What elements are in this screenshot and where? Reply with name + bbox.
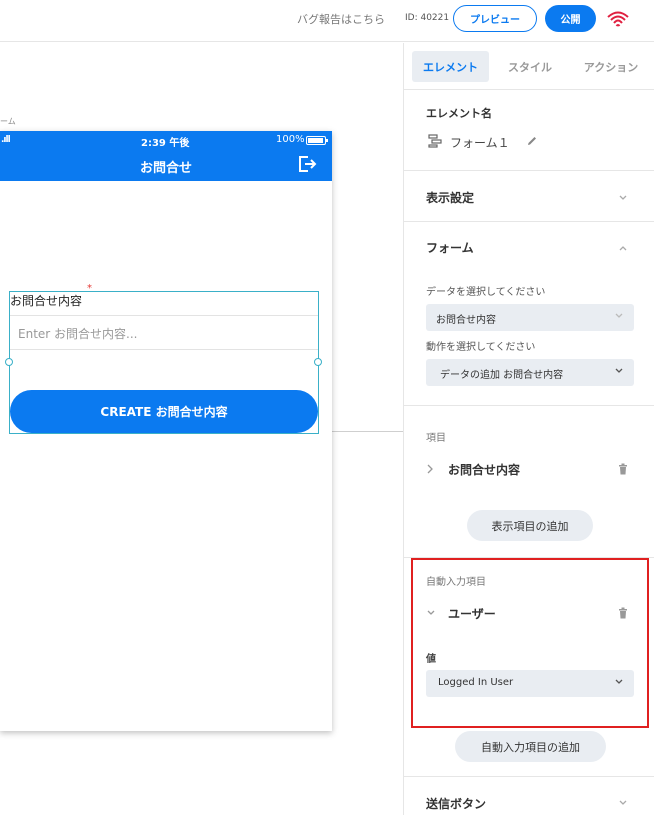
inquiry-input[interactable]: Enter お問合せ内容... [10,315,318,350]
status-time: 2:39 午後 [141,138,190,149]
signal-icon: .ıll [1,135,11,145]
action-select[interactable]: データの追加 お問合せ内容 [426,359,634,386]
phone-title: お問合せ [139,161,192,176]
action-select-value: データの追加 お問合せ内容 [440,370,564,381]
chevron-right-icon[interactable] [426,464,434,474]
battery-icon [306,136,328,145]
form-icon [428,134,442,148]
tab-action[interactable]: アクション [576,51,646,82]
divider [404,170,654,171]
chevron-down-icon[interactable] [426,608,436,618]
auto-input-section-title: 自動入力項目 [426,577,486,588]
element-name-heading: エレメント名 [426,107,492,120]
form-section-title[interactable]: フォーム [426,239,474,256]
status-battery: 100% [276,134,305,145]
add-auto-input-button[interactable]: 自動入力項目の追加 [455,731,606,762]
chevron-up-icon[interactable] [618,243,628,253]
top-bar: バグ報告はこちら ID: 40221 プレビュー 公開 [0,0,654,42]
preview-button[interactable]: プレビュー [453,5,537,32]
bug-report-link[interactable]: バグ報告はこちら [297,11,385,27]
pencil-icon[interactable] [526,135,538,147]
app-id: ID: 40221 [405,13,450,23]
resize-handle-left[interactable] [5,358,13,366]
add-display-item-button[interactable]: 表示項目の追加 [467,510,593,541]
tab-style[interactable]: スタイル [496,51,564,82]
items-section-title: 項目 [426,433,446,444]
tab-element[interactable]: エレメント [412,51,489,82]
trash-icon[interactable] [618,463,628,475]
connector-line [320,431,403,432]
action-select-label: 動作を選択してください [426,342,536,353]
screen-label: ーム [0,117,16,126]
divider [404,221,654,222]
create-button[interactable]: CREATE お問合せ内容 [10,390,318,433]
resize-handle-right[interactable] [314,358,322,366]
display-settings-title[interactable]: 表示設定 [426,189,474,206]
chevron-down-icon[interactable] [618,193,628,203]
chevron-down-icon [615,679,623,684]
item-name[interactable]: お問合せ内容 [448,461,520,478]
data-select-label: データを選択してください [426,287,546,298]
value-label: 値 [426,654,436,665]
phone-header: .ıll 2:39 午後 100% お問合せ [0,131,332,181]
properties-panel: エレメント スタイル アクション エレメント名 フォーム１ 表示設定 フォーム … [403,43,654,815]
tab-divider [404,89,654,90]
logout-icon[interactable] [297,154,317,174]
submit-button-section-title[interactable]: 送信ボタン [426,795,486,812]
chevron-down-icon [615,368,623,373]
data-select-value: お問合せ内容 [436,315,496,326]
value-select-value: Logged In User [438,677,514,688]
publish-button[interactable]: 公開 [545,5,596,32]
auto-input-item-name[interactable]: ユーザー [448,605,496,622]
data-select[interactable]: お問合せ内容 [426,304,634,331]
divider [404,776,654,777]
chevron-down-icon[interactable] [618,798,628,808]
editor-canvas: ーム .ıll 2:39 午後 100% お問合せ * お問合せ内容 Enter… [0,43,403,815]
value-select[interactable]: Logged In User [426,670,634,697]
element-name-value: フォーム１ [450,136,510,150]
form-field-label: お問合せ内容 [10,294,83,308]
phone-preview: .ıll 2:39 午後 100% お問合せ * お問合せ内容 Enter お問… [0,131,332,731]
trash-icon[interactable] [618,607,628,619]
divider [404,405,654,406]
fingerprint-wifi-icon[interactable] [606,8,630,28]
chevron-down-icon [615,313,623,318]
